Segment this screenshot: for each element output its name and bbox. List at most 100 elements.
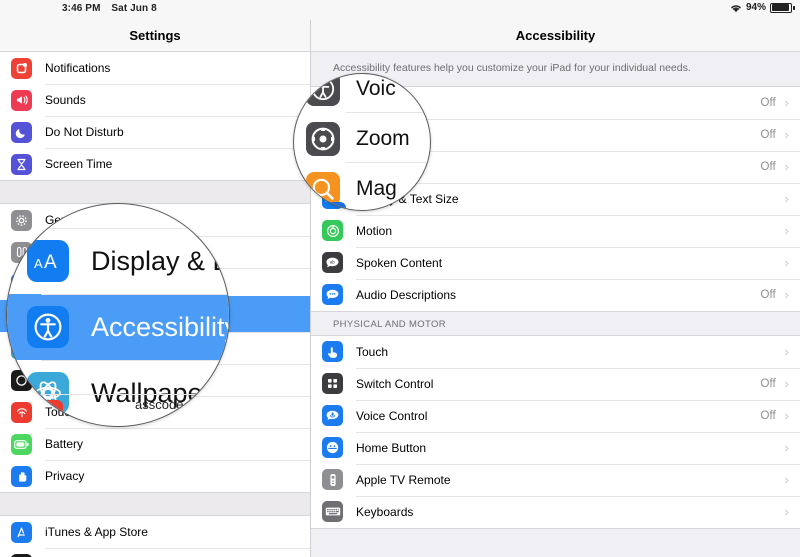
sidebar-item-label: Screen Time	[45, 157, 113, 171]
status-bar-left: 3:46 PM Sat Jun 8	[62, 3, 157, 14]
row-home-button[interactable]: Home Button ›	[311, 431, 800, 464]
sidebar-title: Settings	[0, 20, 310, 52]
magnified-item-passcode-label: asscode	[135, 397, 184, 412]
row-label: Touch	[356, 344, 389, 359]
accessibility-physical-group: Touch › Switch Control Off › Voice Contr…	[311, 334, 800, 529]
magnifier-icon	[306, 172, 340, 206]
sidebar-item-notifications[interactable]: Notifications	[0, 52, 310, 84]
apple-tv-remote-icon	[322, 469, 343, 491]
chevron-right-icon: ›	[784, 504, 789, 520]
chevron-right-icon: ›	[784, 287, 789, 303]
sidebar-item-label: Notifications	[45, 61, 111, 75]
row-label: Motion	[356, 223, 393, 238]
row-switch-control[interactable]: Switch Control Off ›	[311, 367, 800, 400]
magnified-row-zoom[interactable]: Zoom	[294, 116, 430, 162]
chevron-right-icon: ›	[784, 127, 789, 143]
sidebar-item-label: Sounds	[45, 93, 86, 107]
sidebar-item-label: Battery	[45, 437, 84, 451]
wallet-icon	[11, 553, 32, 557]
status-bar-right: 94%	[730, 2, 795, 13]
home-button-icon	[322, 437, 343, 459]
battery-setting-icon	[11, 433, 32, 455]
sidebar-item-label: Do Not Disturb	[45, 125, 124, 139]
sidebar-item-sounds[interactable]: Sounds	[0, 84, 310, 116]
magnified-item-display-brightness[interactable]: AA Display & Bri	[7, 228, 229, 294]
sidebar-item-battery[interactable]: Battery	[0, 428, 310, 460]
sounds-icon	[11, 89, 32, 111]
magnified-item-label: Accessibility	[91, 311, 230, 342]
magnified-row-label: Voic	[356, 77, 396, 100]
wifi-icon	[730, 3, 742, 13]
row-voice-control[interactable]: Voice Control Off ›	[311, 399, 800, 432]
chevron-right-icon: ›	[784, 344, 789, 360]
screen-time-icon	[11, 153, 32, 175]
chevron-right-icon: ›	[784, 159, 789, 175]
sidebar-item-wallet-apple-pay[interactable]: Wallet & Apple Pay	[0, 548, 310, 557]
status-date: Sat Jun 8	[111, 3, 157, 14]
magnified-row-voiceover[interactable]: Voic	[294, 74, 430, 112]
magnified-row-magnifier[interactable]: Mag	[294, 166, 430, 210]
sidebar-item-label: iTunes & App Store	[45, 525, 148, 539]
svg-text:A: A	[44, 252, 57, 272]
row-label: Audio Descriptions	[356, 287, 457, 302]
chevron-right-icon: ›	[784, 376, 789, 392]
ipad-settings-screen: 3:46 PM Sat Jun 8 94% Settings Notificat…	[0, 0, 800, 557]
row-value: Off	[760, 409, 776, 422]
keyboards-icon	[322, 501, 343, 523]
row-label: Apple TV Remote	[356, 472, 451, 487]
chevron-right-icon: ›	[784, 255, 789, 271]
sidebar-item-itunes-app-store[interactable]: iTunes & App Store	[0, 516, 310, 548]
sidebar-item-do-not-disturb[interactable]: Do Not Disturb	[0, 116, 310, 148]
row-value: Off	[760, 96, 776, 109]
chevron-right-icon: ›	[784, 408, 789, 424]
magnifier-left-sidebar: AA Display & Bri Accessibility Wallpaper…	[6, 203, 230, 427]
switch-control-icon	[322, 373, 343, 395]
sidebar-gap-1	[0, 181, 310, 203]
voiceover-icon	[306, 74, 340, 106]
row-spoken-content[interactable]: ab Spoken Content ›	[311, 246, 800, 279]
app-store-icon	[11, 521, 32, 543]
privacy-icon	[11, 465, 32, 487]
sidebar-item-screen-time[interactable]: Screen Time	[0, 148, 310, 180]
row-keyboards[interactable]: Keyboards ›	[311, 495, 800, 528]
magnified-row-label: Mag	[356, 177, 397, 200]
chevron-right-icon: ›	[784, 472, 789, 488]
row-apple-tv-remote[interactable]: Apple TV Remote ›	[311, 463, 800, 496]
touch-id-icon	[37, 400, 63, 426]
magnified-item-accessibility[interactable]: Accessibility	[7, 294, 229, 360]
svg-text:ab: ab	[330, 260, 336, 265]
row-value: Off	[760, 288, 776, 301]
section-heading-physical-motor: PHYSICAL AND MOTOR	[333, 318, 446, 330]
sidebar-group-1: Notifications Sounds Do Not Disturb Scre…	[0, 52, 310, 181]
audio-descriptions-icon	[322, 284, 343, 306]
magnified-item-label: Display & Bri	[91, 245, 230, 276]
do-not-disturb-icon	[11, 121, 32, 143]
sidebar-item-privacy[interactable]: Privacy	[0, 460, 310, 492]
sidebar-item-label: Privacy	[45, 469, 85, 483]
row-audio-descriptions[interactable]: Audio Descriptions Off ›	[311, 278, 800, 311]
status-bar: 3:46 PM Sat Jun 8 94%	[0, 0, 800, 20]
row-label: Home Button	[356, 440, 427, 455]
display-brightness-icon: AA	[27, 240, 69, 282]
status-time: 3:46 PM	[62, 3, 101, 14]
display-text-size-icon	[318, 202, 346, 210]
row-label: Spoken Content	[356, 255, 443, 270]
row-motion[interactable]: Motion ›	[311, 214, 800, 247]
row-label: Switch Control	[356, 376, 434, 391]
svg-text:A: A	[34, 256, 43, 271]
battery-percent: 94%	[745, 2, 766, 13]
zoom-icon	[306, 122, 340, 156]
voice-control-icon	[322, 405, 343, 427]
chevron-right-icon: ›	[784, 440, 789, 456]
row-value: Off	[760, 160, 776, 173]
notifications-icon	[11, 57, 32, 79]
row-label: Voice Control	[356, 408, 428, 423]
magnifier-right-accessibility: Voic Zoom Mag	[293, 73, 431, 211]
magnified-row-label: Zoom	[356, 127, 410, 150]
page-title: Accessibility	[311, 20, 800, 52]
touch-icon	[322, 341, 343, 363]
motion-icon	[322, 220, 343, 242]
row-touch[interactable]: Touch ›	[311, 335, 800, 368]
sidebar-group-3: iTunes & App Store Wallet & Apple Pay	[0, 515, 310, 557]
chevron-right-icon: ›	[784, 95, 789, 111]
